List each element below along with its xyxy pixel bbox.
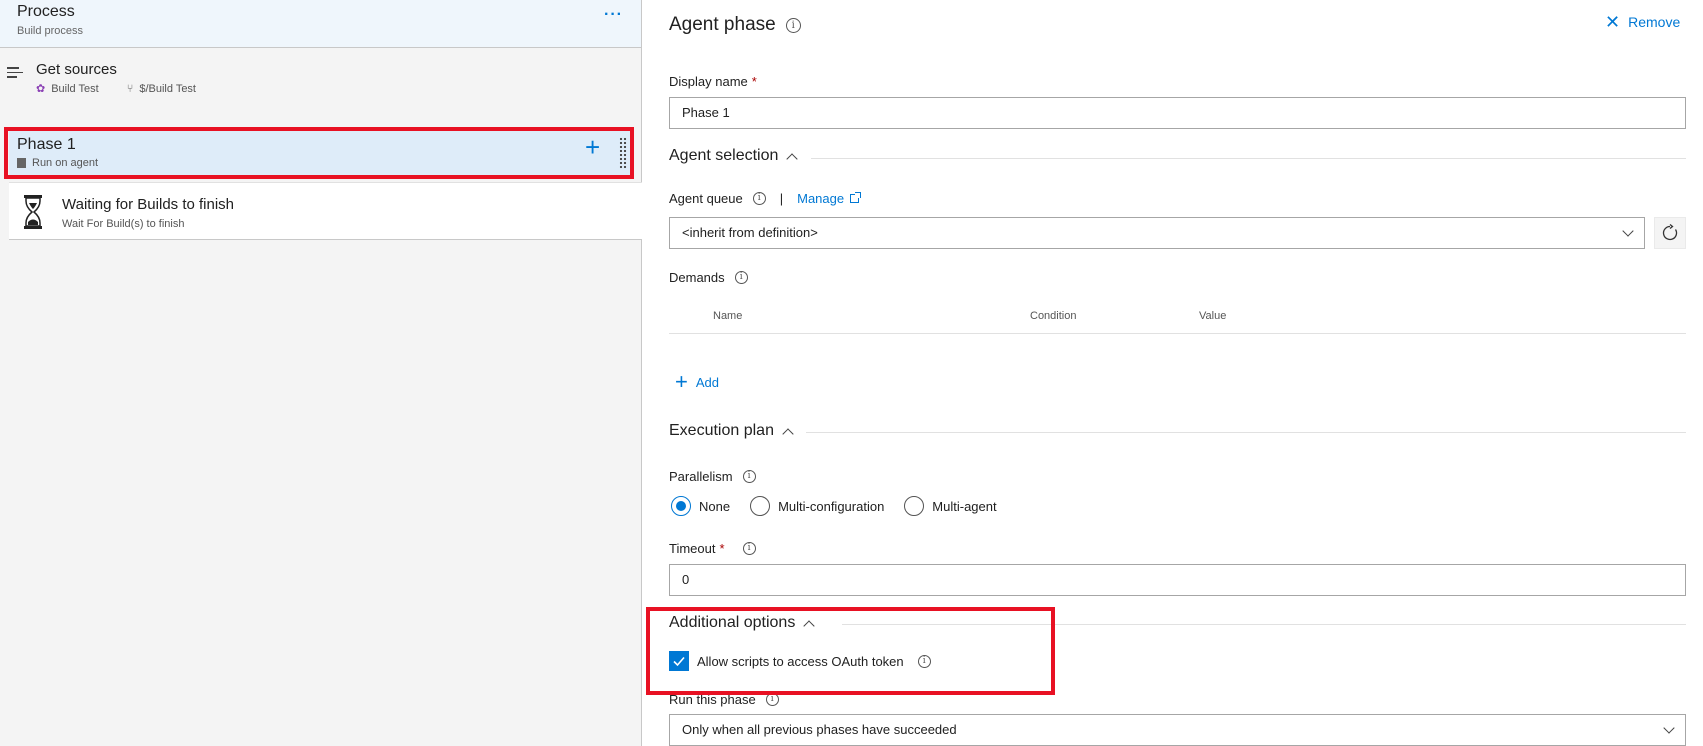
required-marker: * xyxy=(751,74,757,89)
manage-link[interactable]: Manage xyxy=(797,191,862,206)
section-divider xyxy=(806,432,1686,433)
task-title: Waiting for Builds to finish xyxy=(62,196,235,213)
radio-unselected-icon xyxy=(904,496,925,516)
demands-label: Demands i xyxy=(669,270,748,285)
info-icon[interactable]: i xyxy=(734,271,748,284)
column-header-name[interactable]: Name xyxy=(713,310,742,322)
repository-name: Build Test xyxy=(51,82,99,95)
parallelism-label-text: Parallelism xyxy=(669,469,733,484)
info-icon[interactable]: i xyxy=(752,192,766,205)
parallelism-radio-group: None Multi-configuration Multi-agent xyxy=(671,496,1017,516)
required-marker: * xyxy=(719,541,725,556)
radio-none[interactable]: None xyxy=(671,496,730,516)
get-sources-title: Get sources xyxy=(36,61,117,78)
process-pane: Process Build process ··· Get sources ✿ … xyxy=(0,0,642,746)
agent-selection-heading-text: Agent selection xyxy=(669,147,779,164)
remove-button[interactable]: ✕ Remove xyxy=(1605,12,1681,32)
radio-unselected-icon xyxy=(750,496,771,516)
execution-plan-heading-text: Execution plan xyxy=(669,422,774,439)
info-icon[interactable]: i xyxy=(742,470,756,483)
more-options-button[interactable]: ··· xyxy=(604,6,623,24)
demands-label-text: Demands xyxy=(669,270,725,285)
branch-icon: ⑂ xyxy=(126,82,134,95)
phase-highlight-box xyxy=(4,127,634,179)
radio-multi-agent-label: Multi-agent xyxy=(932,498,997,514)
get-sources-meta: ✿ Build Test ⑂ $/Build Test xyxy=(36,82,196,96)
timeout-input[interactable]: 0 xyxy=(669,564,1686,596)
info-icon[interactable]: i xyxy=(742,542,756,555)
panel-title: Agent phase i xyxy=(669,14,801,36)
radio-multi-configuration-label: Multi-configuration xyxy=(778,498,885,514)
agent-queue-dropdown[interactable]: <inherit from definition> xyxy=(669,217,1645,249)
column-header-value[interactable]: Value xyxy=(1199,310,1226,322)
process-subtitle: Build process xyxy=(17,25,84,37)
agent-selection-heading[interactable]: Agent selection xyxy=(669,147,799,165)
refresh-icon xyxy=(1662,224,1678,241)
add-demand-label: Add xyxy=(695,374,719,390)
manage-link-text: Manage xyxy=(797,191,845,206)
display-name-label-text: Display name xyxy=(669,74,748,89)
process-header[interactable]: Process Build process ··· xyxy=(0,0,641,48)
parallelism-label: Parallelism i xyxy=(669,469,756,484)
add-demand-button[interactable]: + Add xyxy=(675,369,719,394)
get-sources-icon xyxy=(7,67,23,81)
process-title: Process xyxy=(17,3,75,20)
separator: | xyxy=(779,191,784,206)
display-name-input[interactable]: Phase 1 xyxy=(669,97,1686,129)
radio-multi-configuration[interactable]: Multi-configuration xyxy=(750,496,884,516)
get-sources-item[interactable]: Get sources ✿ Build Test ⑂ $/Build Test xyxy=(0,48,641,108)
plus-icon: + xyxy=(675,369,688,394)
refresh-button[interactable] xyxy=(1654,217,1686,249)
branch-name: $/Build Test xyxy=(139,82,196,95)
external-link-icon xyxy=(850,192,862,203)
radio-selected-icon xyxy=(671,496,691,516)
radio-none-label: None xyxy=(699,498,731,514)
timeout-label: Timeout * i xyxy=(669,541,756,556)
run-phase-value: Only when all previous phases have succe… xyxy=(682,722,957,737)
close-icon: ✕ xyxy=(1605,12,1621,32)
chevron-down-icon xyxy=(1622,225,1634,237)
additional-options-highlight-box xyxy=(646,607,1055,695)
task-item[interactable]: Waiting for Builds to finish Wait For Bu… xyxy=(9,182,642,240)
task-subtitle: Wait For Build(s) to finish xyxy=(62,218,185,230)
agent-queue-label: Agent queue i | Manage xyxy=(669,191,862,206)
column-header-condition[interactable]: Condition xyxy=(1030,310,1076,322)
hourglass-icon xyxy=(24,195,42,229)
run-phase-dropdown[interactable]: Only when all previous phases have succe… xyxy=(669,714,1686,746)
agent-queue-label-text: Agent queue xyxy=(669,191,743,206)
info-icon[interactable]: i xyxy=(785,17,801,33)
execution-plan-heading[interactable]: Execution plan xyxy=(669,422,794,440)
radio-multi-agent[interactable]: Multi-agent xyxy=(904,496,997,516)
agent-queue-value: <inherit from definition> xyxy=(682,225,818,240)
panel-title-text: Agent phase xyxy=(669,14,776,35)
timeout-label-text: Timeout xyxy=(669,541,716,556)
display-name-label: Display name * xyxy=(669,74,757,89)
section-divider xyxy=(811,158,1686,159)
chevron-up-icon xyxy=(786,152,799,165)
chevron-down-icon xyxy=(1663,722,1675,734)
chevron-up-icon xyxy=(782,427,794,440)
table-divider xyxy=(669,333,1686,334)
repository-icon: ✿ xyxy=(36,83,46,95)
remove-label: Remove xyxy=(1628,14,1681,30)
